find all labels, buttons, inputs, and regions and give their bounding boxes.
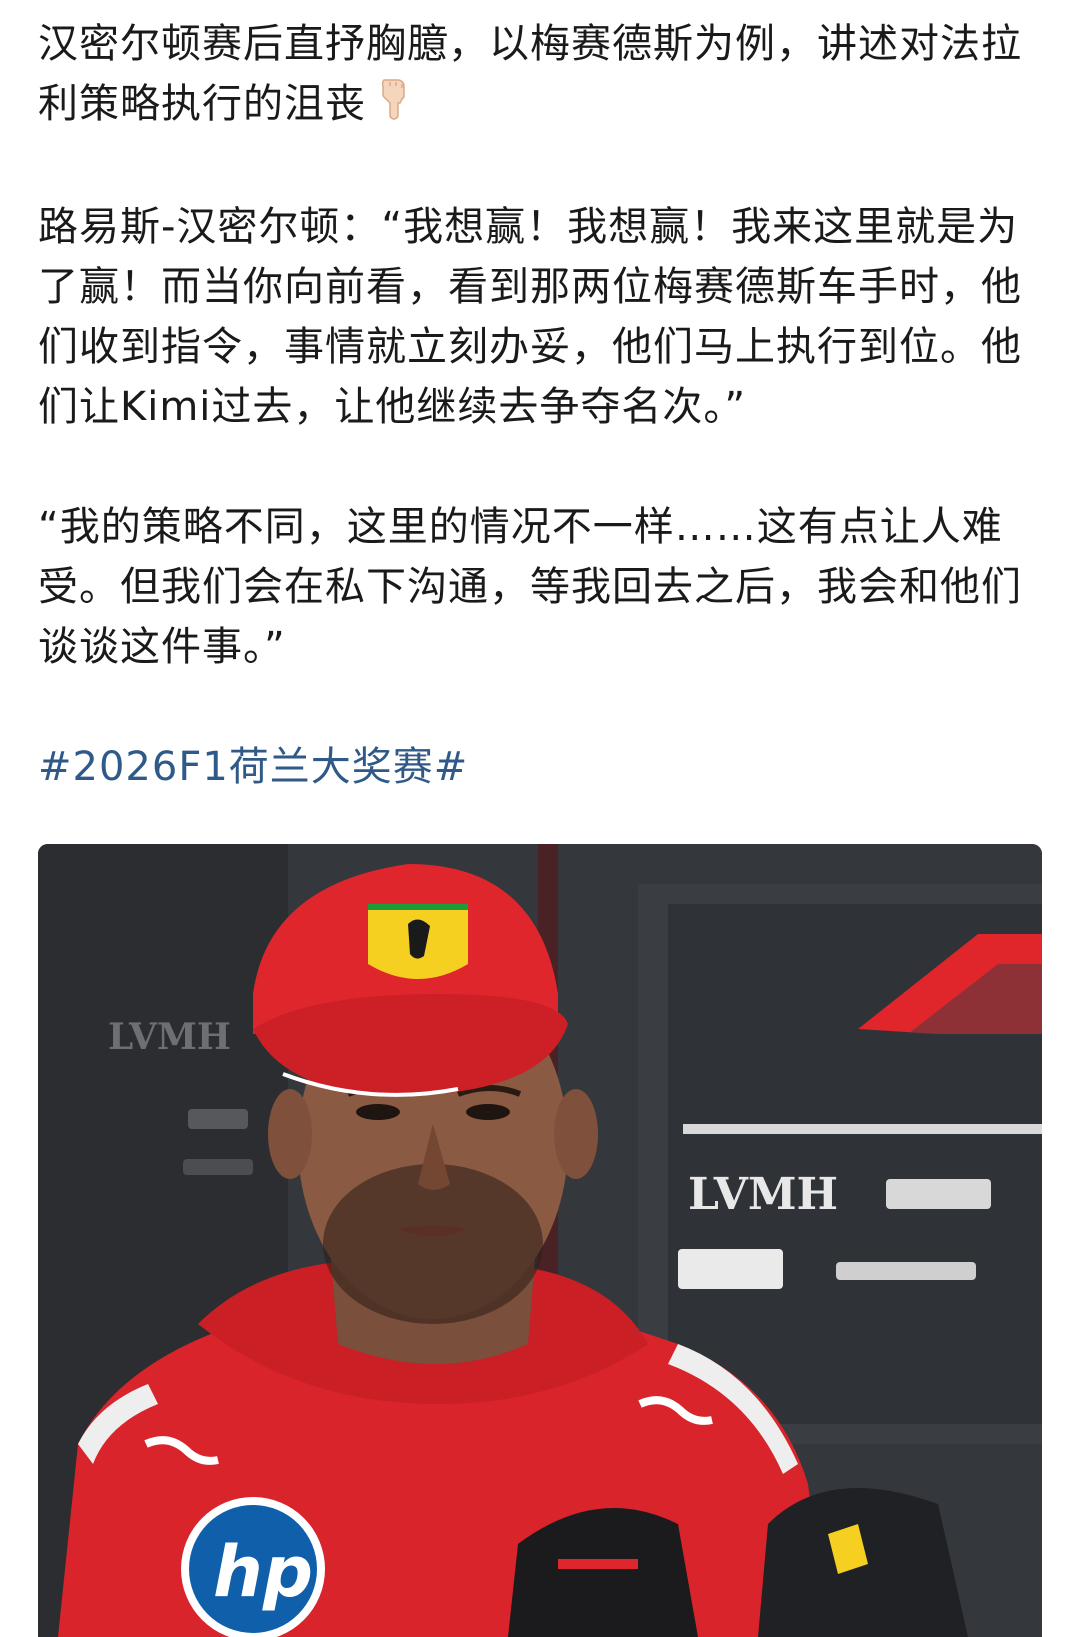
hashtag-link[interactable]: #2026F1荷兰大奖赛#	[38, 737, 1048, 797]
post-photo[interactable]: LVMH LVMH hp	[38, 844, 1042, 1637]
sponsor-text-right: LVMH	[688, 1169, 838, 1220]
post-title: 汉密尔顿赛后直抒胸臆，以梅赛德斯为例，讲述对法拉利策略执行的沮丧	[38, 14, 1048, 137]
svg-text:hp: hp	[213, 1531, 313, 1613]
post-quote-1: 路易斯-汉密尔顿：“我想赢！我想赢！我来这里就是为了赢！而当你向前看，看到那两位…	[38, 203, 1022, 430]
pointing-down-hand-icon	[372, 76, 412, 137]
post-quote-2: “我的策略不同，这里的情况不一样……这有点让人难受。但我们会在私下沟通，等我回去…	[38, 503, 1022, 670]
sponsor-text-left: LVMH	[108, 1016, 231, 1058]
post-body: 汉密尔顿赛后直抒胸臆，以梅赛德斯为例，讲述对法拉利策略执行的沮丧 路易斯-汉密尔…	[38, 14, 1048, 797]
